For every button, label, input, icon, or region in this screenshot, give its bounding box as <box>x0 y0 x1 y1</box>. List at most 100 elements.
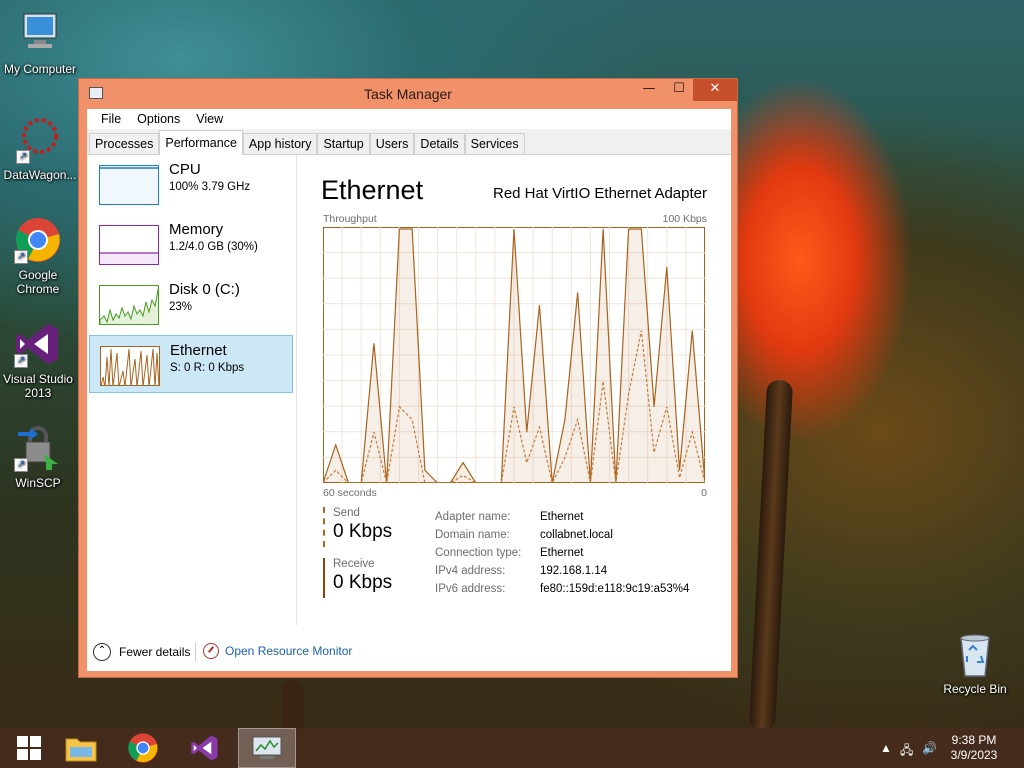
chevron-up-icon: ⌃ <box>93 643 111 661</box>
taskbar-chrome[interactable] <box>114 728 172 768</box>
desktop-icon-recycle-bin[interactable]: Recycle Bin <box>935 630 1015 696</box>
shortcut-arrow-icon: ↗ <box>14 250 28 264</box>
show-hidden-icons-icon[interactable]: ▲ <box>880 741 892 755</box>
chrome-icon: ↗ <box>14 216 62 264</box>
property-key: IPv6 address: <box>435 583 506 595</box>
property-value: 192.168.1.14 <box>540 565 608 577</box>
fewer-details-label: Fewer details <box>119 645 191 659</box>
fewer-details-button[interactable]: ⌃ Fewer details <box>93 643 190 661</box>
taskbar-visual-studio[interactable] <box>176 728 234 768</box>
send-label: Send <box>333 507 360 519</box>
title-bar[interactable]: Task Manager — ☐ ✕ <box>79 79 737 109</box>
throughput-chart <box>322 227 706 485</box>
tab-services[interactable]: Services <box>464 133 525 154</box>
shortcut-arrow-icon: ↗ <box>14 458 28 472</box>
ethernet-thumbnail-graph <box>100 346 160 386</box>
task-manager-window: Task Manager — ☐ ✕ File Options View Pro… <box>78 78 738 678</box>
tab-performance[interactable]: Performance <box>159 130 243 155</box>
desktop-icon-winscp[interactable]: ↗ WinSCP <box>0 424 78 490</box>
taskbar: ▲ 🖧 🔊 9:38 PM 3/9/2023 <box>0 728 1024 768</box>
menu-bar: File Options View <box>87 109 731 129</box>
throughput-label: Throughput <box>323 213 377 225</box>
disk-thumbnail-graph <box>99 285 159 325</box>
perf-item-value: 100% 3.79 GHz <box>169 181 251 193</box>
tab-details[interactable]: Details <box>414 133 465 154</box>
property-key: Adapter name: <box>435 511 511 523</box>
tab-startup[interactable]: Startup <box>317 133 370 154</box>
desktop-icon-chrome[interactable]: ↗ Google Chrome <box>0 216 78 296</box>
network-icon[interactable]: 🖧 <box>900 741 913 762</box>
perf-item-ethernet[interactable]: Ethernet S: 0 R: 0 Kbps <box>89 335 293 393</box>
open-resource-monitor-link[interactable]: Open Resource Monitor <box>203 643 352 659</box>
menu-view[interactable]: View <box>188 109 231 129</box>
datawagon-icon: ↗ <box>16 116 64 164</box>
property-row: IPv4 address: 192.168.1.14 <box>435 565 689 583</box>
shortcut-arrow-icon: ↗ <box>14 354 28 368</box>
send-stat: Send 0 Kbps <box>323 507 392 547</box>
chrome-icon <box>128 733 158 763</box>
perf-item-name: Disk 0 (C:) <box>169 281 240 298</box>
visual-studio-icon: ↗ <box>14 320 62 368</box>
windows-logo-icon <box>17 736 41 760</box>
property-row: Adapter name: Ethernet <box>435 511 689 529</box>
perf-item-name: CPU <box>169 161 201 178</box>
property-value: fe80::159d:e118:9c19:a53%4 <box>540 583 690 595</box>
close-button[interactable]: ✕ <box>693 79 737 101</box>
menu-options[interactable]: Options <box>129 109 188 129</box>
property-row: Connection type: Ethernet <box>435 547 689 565</box>
volume-icon[interactable]: 🔊 <box>922 741 937 755</box>
detail-heading: Ethernet <box>321 175 424 205</box>
clock-time: 9:38 PM <box>951 733 997 747</box>
clock[interactable]: 9:38 PM 3/9/2023 <box>944 733 1004 763</box>
receive-stat: Receive 0 Kbps <box>323 558 392 598</box>
resource-monitor-icon <box>203 643 219 659</box>
desktop-icon-my-computer[interactable]: My Computer <box>0 10 80 76</box>
property-key: Connection type: <box>435 547 522 559</box>
perf-item-memory[interactable]: Memory 1.2/4.0 GB (30%) <box>89 215 293 273</box>
taskbar-task-manager[interactable] <box>238 728 296 768</box>
axis-label-right: 0 <box>701 487 707 499</box>
computer-icon <box>16 10 64 58</box>
perf-item-value: 1.2/4.0 GB (30%) <box>169 241 258 253</box>
receive-label: Receive <box>333 558 375 570</box>
throughput-graph <box>322 227 706 485</box>
tab-app-history[interactable]: App history <box>242 133 318 154</box>
property-key: Domain name: <box>435 529 510 541</box>
desktop-icon-datawagon[interactable]: ↗ DataWagon... <box>0 116 80 182</box>
throughput-max-label: 100 Kbps <box>662 213 707 225</box>
start-button[interactable] <box>0 728 58 768</box>
property-row: Domain name: collabnet.local <box>435 529 689 547</box>
send-value: 0 Kbps <box>333 521 393 542</box>
system-tray: ▲ 🖧 🔊 9:38 PM 3/9/2023 <box>864 728 1024 768</box>
open-resource-monitor-label: Open Resource Monitor <box>225 644 353 658</box>
minimize-button[interactable]: — <box>635 79 663 101</box>
memory-thumbnail-graph <box>99 225 159 265</box>
perf-item-disk[interactable]: Disk 0 (C:) 23% <box>89 275 293 333</box>
property-value: Ethernet <box>540 547 584 559</box>
tab-users[interactable]: Users <box>369 133 415 154</box>
recycle-bin-icon <box>951 630 999 678</box>
winscp-icon: ↗ <box>14 424 62 472</box>
menu-file[interactable]: File <box>93 109 129 129</box>
tab-processes[interactable]: Processes <box>89 133 160 154</box>
property-row: IPv6 address: fe80::159d:e118:9c19:a53%4 <box>435 583 689 601</box>
task-manager-icon <box>252 736 282 759</box>
cpu-thumbnail-graph <box>99 165 159 205</box>
perf-item-cpu[interactable]: CPU 100% 3.79 GHz <box>89 155 293 213</box>
property-value: Ethernet <box>540 511 584 523</box>
property-value: collabnet.local <box>540 529 613 541</box>
taskbar-file-explorer[interactable] <box>52 728 110 768</box>
window-client: File Options View Processes Performance … <box>87 109 731 671</box>
visual-studio-icon <box>191 735 218 761</box>
shortcut-arrow-icon: ↗ <box>16 150 30 164</box>
performance-panel: CPU 100% 3.79 GHz Memory 1.2/4.0 GB (30%… <box>87 155 731 671</box>
receive-value: 0 Kbps <box>333 572 393 593</box>
tab-strip: Processes Performance App history Startu… <box>87 129 731 155</box>
axis-label-left: 60 seconds <box>323 487 377 499</box>
perf-item-name: Memory <box>169 221 224 238</box>
adapter-description: Red Hat VirtIO Ethernet Adapter <box>492 185 707 202</box>
perf-item-value: S: 0 R: 0 Kbps <box>170 362 245 374</box>
footer-bar: ⌃ Fewer details Open Resource Monitor <box>87 625 731 671</box>
desktop-icon-visual-studio[interactable]: ↗ Visual Studio 2013 <box>0 320 78 400</box>
maximize-button[interactable]: ☐ <box>665 79 693 101</box>
